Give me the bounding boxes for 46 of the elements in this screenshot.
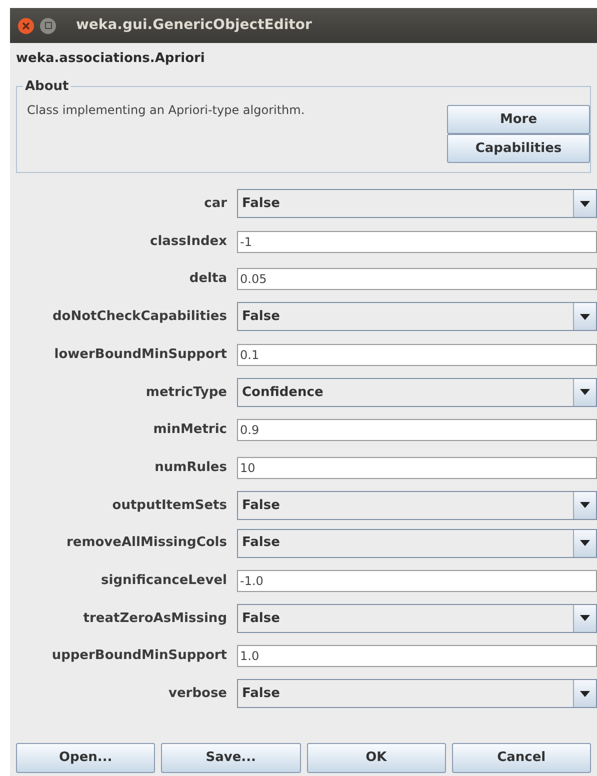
close-icon[interactable] — [18, 18, 34, 34]
property-label: upperBoundMinSupport — [50, 647, 228, 666]
dropdown[interactable]: False — [237, 490, 597, 520]
more-button[interactable]: More — [447, 105, 590, 134]
property-label: significanceLevel — [100, 572, 228, 590]
save-button[interactable]: Save... — [161, 743, 300, 773]
cancel-button[interactable]: Cancel — [452, 743, 591, 773]
property-label: delta — [188, 270, 228, 288]
dropdown[interactable]: False — [237, 189, 597, 218]
property-label: metricType — [144, 384, 228, 402]
input-field[interactable]: 0.05 — [237, 268, 597, 290]
property-label: classIndex — [148, 232, 228, 251]
input-field[interactable]: 0.9 — [237, 418, 597, 441]
caret-icon — [580, 540, 590, 546]
caret-icon — [580, 200, 590, 207]
input-field[interactable]: 0.1 — [237, 344, 597, 366]
class-name: weka.associations.Apriori — [16, 50, 206, 68]
property-label: numRules — [154, 458, 228, 477]
property-label: treatZeroAsMissing — [82, 610, 228, 628]
property-label: verbose — [168, 685, 228, 704]
input-field[interactable]: 1.0 — [237, 645, 597, 668]
dropdown[interactable]: False — [237, 679, 597, 708]
window-title: weka.gui.GenericObjectEditor — [76, 16, 312, 35]
caret-icon — [580, 690, 590, 697]
input-field[interactable]: -1.0 — [237, 570, 597, 592]
caret-icon — [580, 389, 590, 396]
open-button[interactable]: Open... — [16, 743, 156, 773]
input-field[interactable]: 10 — [237, 456, 597, 479]
property-label: removeAllMissingCols — [65, 534, 228, 552]
property-label: doNotCheckCapabilities — [51, 308, 228, 326]
property-label: car — [203, 195, 228, 214]
dropdown[interactable]: False — [237, 528, 597, 558]
about-text: Class implementing an Apriori-type algorithm. — [27, 102, 306, 119]
ok-button[interactable]: OK — [306, 743, 446, 773]
capabilities-button[interactable]: Capabilities — [447, 134, 590, 163]
dropdown[interactable]: False — [237, 302, 597, 332]
property-label: minMetric — [152, 421, 228, 440]
property-label: outputItemSets — [111, 496, 228, 515]
input-field[interactable]: -1 — [237, 230, 597, 253]
dropdown[interactable]: False — [237, 604, 597, 633]
property-label: lowerBoundMinSupport — [53, 346, 228, 364]
caret-icon — [580, 615, 590, 622]
maximize-icon[interactable] — [40, 18, 56, 34]
caret-icon — [580, 502, 590, 508]
caret-icon — [580, 314, 590, 320]
dropdown[interactable]: Confidence — [237, 378, 597, 407]
